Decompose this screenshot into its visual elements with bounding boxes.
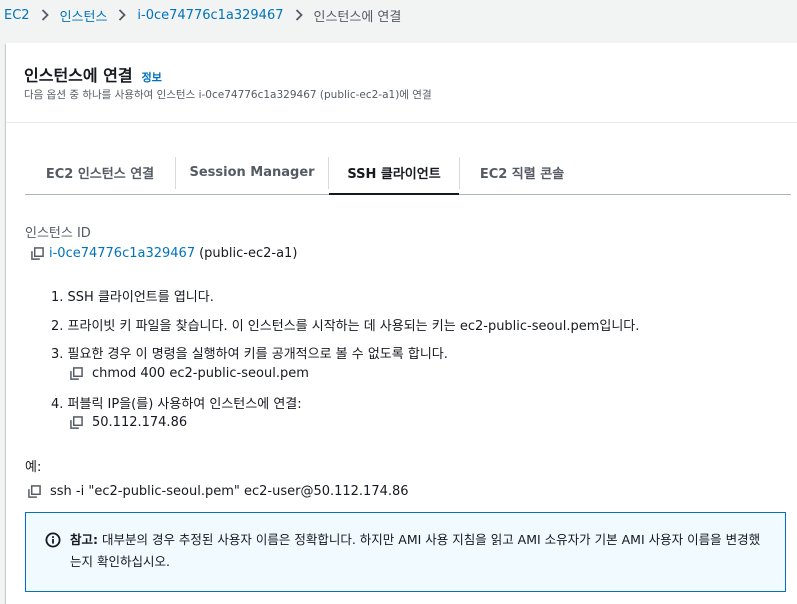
tab-ssh-client[interactable]: SSH 클라이언트 bbox=[329, 151, 459, 195]
instance-id-link[interactable]: i-0ce74776c1a329467 bbox=[49, 246, 195, 261]
breadcrumb-instances[interactable]: 인스턴스 bbox=[60, 6, 108, 25]
info-alert: 참고: 대부분의 경우 추정된 사용자 이름은 정확합니다. 하지만 AMI 사… bbox=[25, 512, 786, 592]
instance-id-row: i-0ce74776c1a329467 (public-ec2-a1) bbox=[31, 246, 297, 261]
breadcrumb-ec2[interactable]: EC2 bbox=[4, 8, 30, 23]
info-circle-icon bbox=[45, 532, 61, 548]
step-4: 4. 퍼블릭 IP을(를) 사용하여 인스턴스에 연결: bbox=[51, 397, 302, 412]
breadcrumb: EC2 인스턴스 i-0ce74776c1a329467 인스턴스에 연결 bbox=[0, 0, 797, 30]
example-command-row: ssh -i "ec2-public-seoul.pem" ec2-user@5… bbox=[28, 484, 409, 499]
ssh-example-command: ssh -i "ec2-public-seoul.pem" ec2-user@5… bbox=[50, 484, 409, 499]
step-2: 2. 프라이빗 키 파일을 찾습니다. 이 인스턴스를 시작하는 데 사용되는 … bbox=[51, 319, 640, 334]
chevron-right-icon bbox=[295, 9, 303, 21]
page-title: 인스턴스에 연결 bbox=[24, 66, 133, 85]
chevron-right-icon bbox=[118, 9, 127, 21]
chmod-command-row: chmod 400 ec2-public-seoul.pem bbox=[70, 366, 309, 381]
instance-id-label: 인스턴스 ID bbox=[25, 226, 91, 241]
copy-icon[interactable] bbox=[28, 485, 41, 498]
example-label: 예: bbox=[25, 460, 42, 475]
breadcrumb-current: 인스턴스에 연결 bbox=[313, 9, 402, 25]
tab-session-manager[interactable]: Session Manager bbox=[176, 151, 328, 194]
chmod-command: chmod 400 ec2-public-seoul.pem bbox=[92, 366, 309, 381]
chevron-right-icon bbox=[41, 9, 49, 21]
breadcrumb-instance-id[interactable]: i-0ce74776c1a329467 bbox=[137, 8, 283, 23]
tab-ec2-instance-connect[interactable]: EC2 인스턴스 연결 bbox=[25, 151, 175, 194]
copy-icon[interactable] bbox=[70, 416, 83, 429]
instance-name: (public-ec2-a1) bbox=[199, 246, 298, 261]
alert-title: 참고: bbox=[70, 532, 98, 547]
alert-message: 참고: 대부분의 경우 추정된 사용자 이름은 정확합니다. 하지만 AMI 사… bbox=[70, 529, 770, 573]
copy-icon[interactable] bbox=[70, 367, 83, 380]
alert-body: 대부분의 경우 추정된 사용자 이름은 정확합니다. 하지만 AMI 사용 지침… bbox=[70, 532, 761, 569]
page-description: 다음 옵션 중 하나를 사용하여 인스턴스 i-0ce74776c1a32946… bbox=[24, 89, 432, 101]
card-header: 인스턴스에 연결 정보 다음 옵션 중 하나를 사용하여 인스턴스 i-0ce7… bbox=[6, 43, 797, 123]
copy-icon[interactable] bbox=[31, 247, 44, 260]
public-ip-row: 50.112.174.86 bbox=[70, 415, 187, 430]
step-3: 3. 필요한 경우 이 명령을 실행하여 키를 공개적으로 볼 수 없도록 합니… bbox=[51, 347, 448, 362]
connection-tabs: EC2 인스턴스 연결 Session Manager SSH 클라이언트 EC… bbox=[25, 151, 791, 195]
connect-instance-card: 인스턴스에 연결 정보 다음 옵션 중 하나를 사용하여 인스턴스 i-0ce7… bbox=[6, 43, 797, 604]
step-1: 1. SSH 클라이언트를 엽니다. bbox=[51, 290, 214, 305]
tab-ec2-serial-console[interactable]: EC2 직렬 콘솔 bbox=[460, 151, 584, 194]
public-ip-value: 50.112.174.86 bbox=[92, 415, 188, 430]
info-link[interactable]: 정보 bbox=[142, 69, 162, 85]
